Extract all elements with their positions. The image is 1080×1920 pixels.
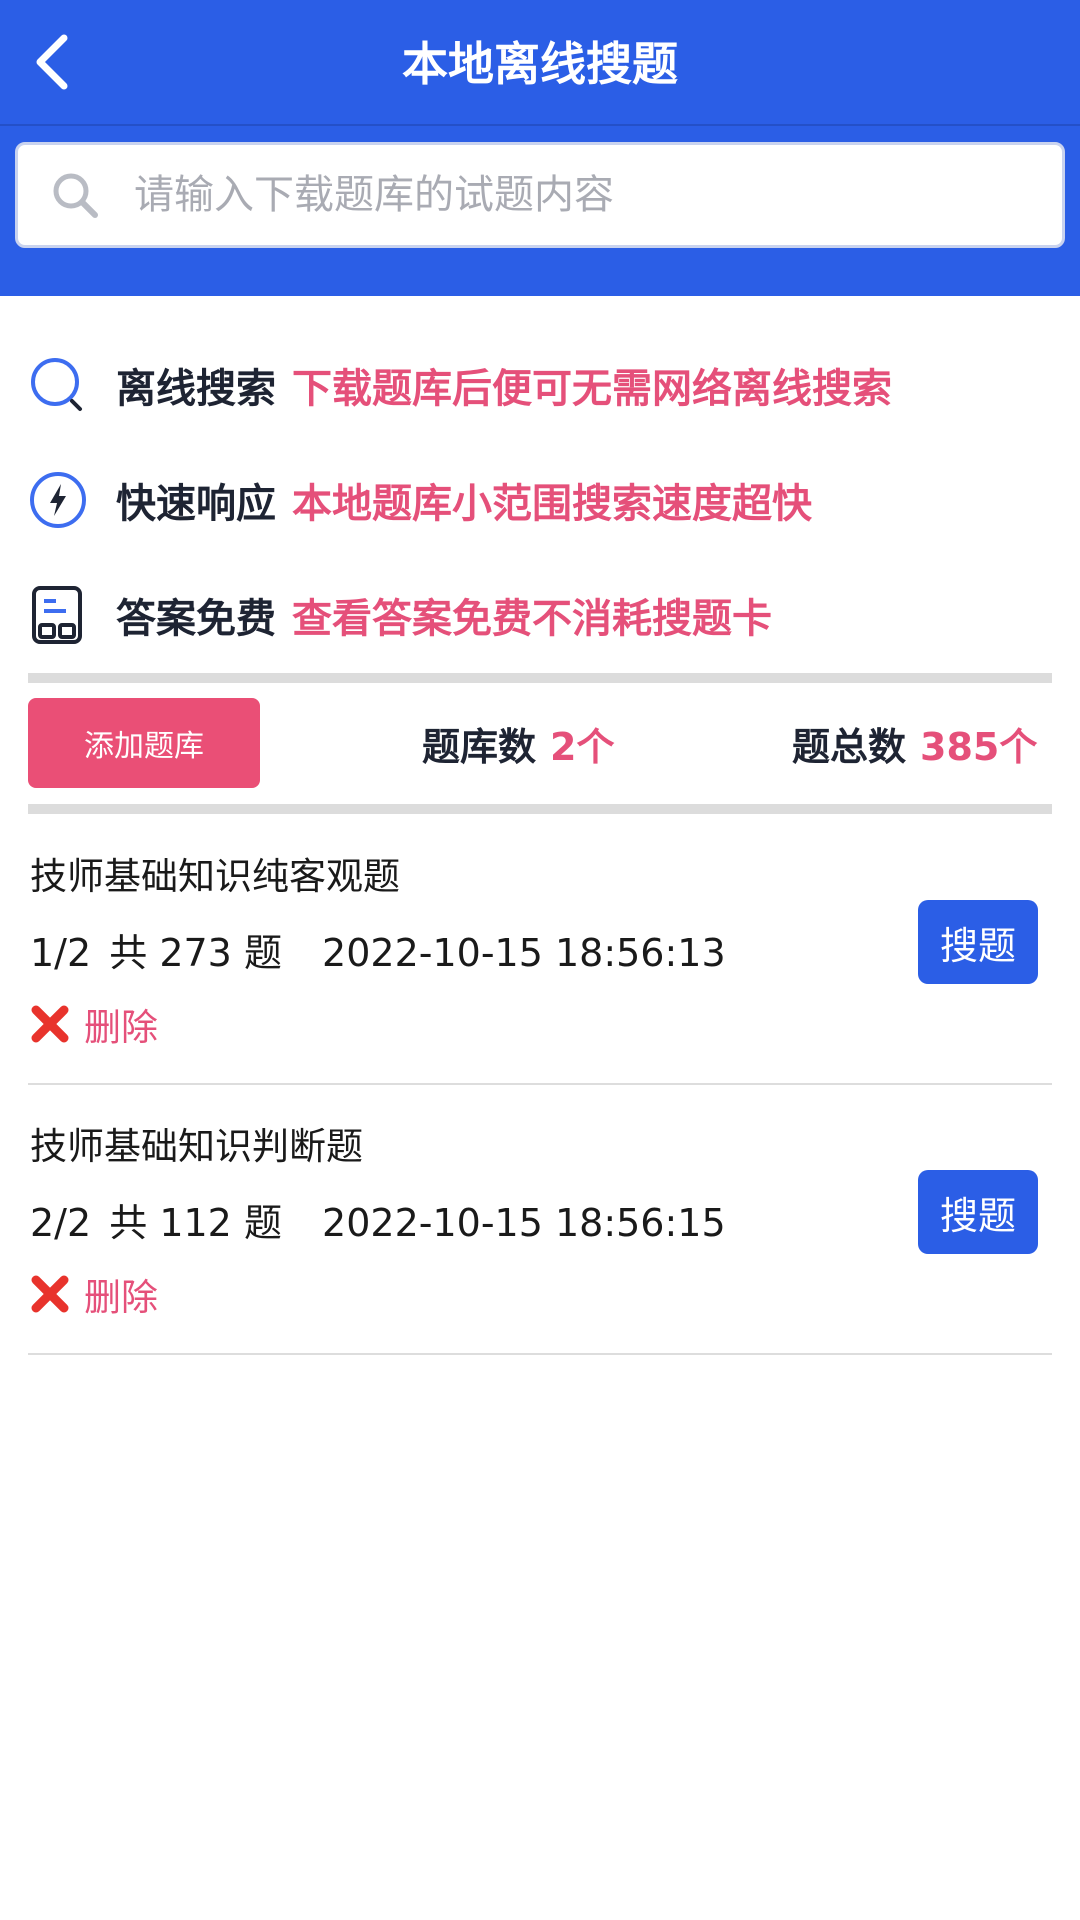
- bank-index: 2/2: [30, 1201, 92, 1245]
- bank-meta: 1/2 共 273 题 2022-10-15 18:56:13: [30, 922, 732, 977]
- bank-date: 2022-10-15 18:56:13: [322, 931, 726, 975]
- section-divider: [28, 804, 1052, 814]
- bank-name: 技师基础知识纯客观题: [30, 855, 400, 898]
- section-divider: [28, 673, 1052, 683]
- add-bank-button[interactable]: 添加题库: [28, 698, 260, 788]
- close-icon: [31, 1275, 69, 1313]
- bank-count-value: 2个: [550, 724, 615, 769]
- feature-fast-response: 快速响应 本地题库小范围搜索速度超快: [28, 465, 1058, 535]
- list-divider: [28, 1083, 1052, 1085]
- total-count-value: 385个: [920, 724, 1038, 769]
- total-count-label: 题总数: [792, 724, 907, 769]
- document-icon: [28, 585, 88, 645]
- bank-count: 共 112 题: [109, 1201, 282, 1245]
- search-box[interactable]: [15, 142, 1065, 248]
- search-circle-icon: [28, 355, 88, 415]
- search-bank-button[interactable]: 搜题: [918, 1170, 1038, 1254]
- bank-date: 2022-10-15 18:56:15: [322, 1201, 726, 1245]
- feature-desc: 下载题库后便可无需网络离线搜索: [292, 366, 892, 412]
- delete-bank-button[interactable]: 删除: [30, 1266, 158, 1322]
- close-icon: [31, 1005, 69, 1043]
- delete-label: 删除: [84, 1006, 158, 1049]
- feature-title: 快速响应: [116, 481, 276, 527]
- feature-desc: 本地题库小范围搜索速度超快: [292, 481, 812, 527]
- feature-free-answers: 答案免费 查看答案免费不消耗搜题卡: [28, 580, 1058, 650]
- nav-bar: 本地离线搜题: [0, 0, 1080, 126]
- list-divider: [28, 1353, 1052, 1355]
- total-count-stat: 题总数 385个: [792, 718, 1038, 769]
- bank-meta: 2/2 共 112 题 2022-10-15 18:56:15: [30, 1192, 732, 1247]
- bank-count-label: 题库数: [422, 724, 537, 769]
- delete-label: 删除: [84, 1276, 158, 1319]
- delete-bank-button[interactable]: 删除: [30, 996, 158, 1052]
- bank-item: 技师基础知识纯客观题 1/2 共 273 题 2022-10-15 18:56:…: [0, 840, 1080, 1110]
- lightning-icon: [28, 470, 88, 530]
- feature-title: 离线搜索: [116, 366, 276, 412]
- feature-title: 答案免费: [116, 596, 276, 642]
- search-input[interactable]: [132, 171, 1062, 219]
- search-icon: [48, 168, 102, 222]
- feature-desc: 查看答案免费不消耗搜题卡: [292, 596, 772, 642]
- bank-name: 技师基础知识判断题: [30, 1125, 363, 1168]
- bank-count: 共 273 题: [109, 931, 282, 975]
- header: 本地离线搜题: [0, 0, 1080, 296]
- search-bank-button[interactable]: 搜题: [918, 900, 1038, 984]
- bank-count-stat: 题库数 2个: [422, 718, 615, 769]
- feature-offline-search: 离线搜索 下载题库后便可无需网络离线搜索: [28, 350, 1058, 420]
- page-title: 本地离线搜题: [402, 37, 678, 91]
- bank-item: 技师基础知识判断题 2/2 共 112 题 2022-10-15 18:56:1…: [0, 1110, 1080, 1380]
- bank-index: 1/2: [30, 931, 92, 975]
